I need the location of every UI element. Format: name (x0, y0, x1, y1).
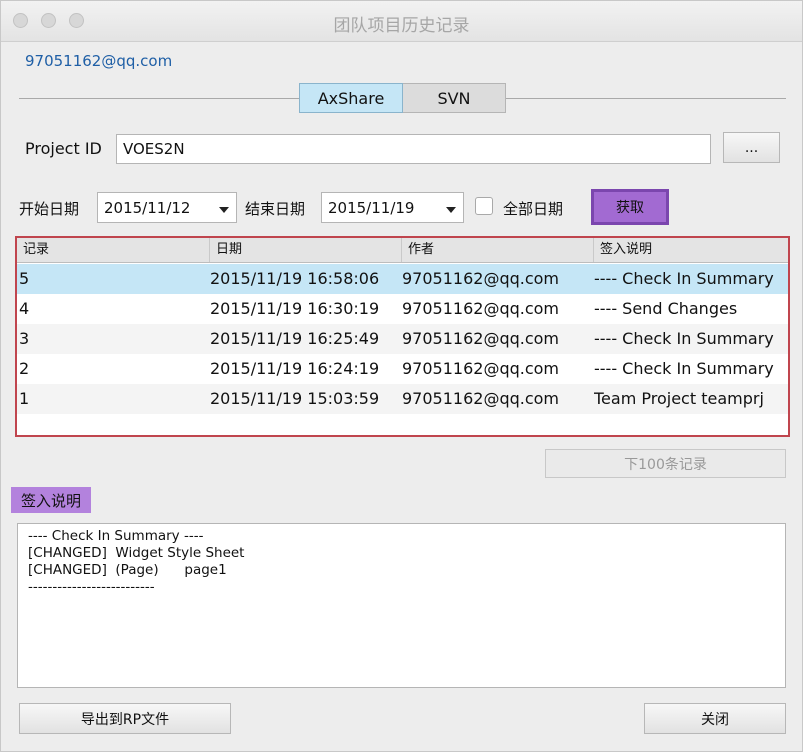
tab-divider-left (19, 98, 299, 99)
start-date-value: 2015/11/12 (104, 198, 191, 217)
fetch-button[interactable]: 获取 (591, 189, 669, 225)
cell-date: 2015/11/19 16:58:06 (210, 269, 380, 288)
table-row[interactable]: 2 2015/11/19 16:24:19 97051162@qq.com --… (17, 354, 788, 384)
note-line: [CHANGED] Widget Style Sheet (28, 545, 245, 561)
project-id-label: Project ID (25, 139, 102, 158)
cell-date: 2015/11/19 15:03:59 (210, 389, 380, 408)
table-row[interactable]: 4 2015/11/19 16:30:19 97051162@qq.com --… (17, 294, 788, 324)
tab-axshare[interactable]: AxShare (299, 83, 403, 113)
end-date-label: 结束日期 (245, 200, 306, 218)
cell-record: 3 (19, 329, 30, 348)
cell-record: 2 (19, 359, 30, 378)
all-dates-label: 全部日期 (503, 200, 564, 218)
cell-author: 97051162@qq.com (402, 329, 560, 348)
cell-note: ---- Check In Summary (594, 269, 774, 288)
all-dates-checkbox[interactable] (475, 197, 493, 215)
end-date-value: 2015/11/19 (328, 198, 415, 217)
cell-note: ---- Send Changes (594, 299, 738, 318)
start-date-label: 开始日期 (19, 200, 80, 218)
cell-record: 1 (19, 389, 30, 408)
table-row[interactable]: 3 2015/11/19 16:25:49 97051162@qq.com --… (17, 324, 788, 354)
window-title: 团队项目历史记录 (333, 16, 470, 36)
tab-divider-right (506, 98, 786, 99)
checkin-notes-textarea[interactable]: ---- Check In Summary ---- [CHANGED] Wid… (17, 523, 786, 688)
cell-date: 2015/11/19 16:24:19 (210, 359, 380, 378)
cell-note: ---- Check In Summary (594, 329, 774, 348)
table-row[interactable]: 1 2015/11/19 15:03:59 97051162@qq.com Te… (17, 384, 788, 414)
chevron-down-icon (446, 207, 456, 213)
note-line: [CHANGED] (Page) page1 (28, 562, 227, 578)
export-rp-button[interactable]: 导出到RP文件 (19, 703, 231, 734)
cell-author: 97051162@qq.com (402, 389, 560, 408)
cell-note: ---- Check In Summary (594, 359, 774, 378)
close-button[interactable]: 关闭 (644, 703, 786, 734)
cell-date: 2015/11/19 16:30:19 (210, 299, 380, 318)
tab-svn[interactable]: SVN (403, 83, 506, 113)
column-header-record[interactable]: 记录 (17, 238, 209, 262)
cell-author: 97051162@qq.com (402, 359, 560, 378)
checkin-notes-label: 签入说明 (11, 487, 91, 513)
browse-button[interactable]: ... (723, 132, 780, 163)
end-date-select[interactable]: 2015/11/19 (321, 192, 464, 223)
table-row[interactable]: 5 2015/11/19 16:58:06 97051162@qq.com --… (17, 264, 788, 294)
cell-record: 5 (19, 269, 30, 288)
project-id-input[interactable]: VOES2N (116, 134, 711, 164)
note-line: -------------------------- (28, 579, 155, 595)
table-header: 记录 日期 作者 签入说明 (17, 238, 788, 263)
column-header-note[interactable]: 签入说明 (593, 238, 788, 262)
account-email: 97051162@qq.com (25, 52, 173, 70)
note-line: ---- Check In Summary ---- (28, 528, 204, 544)
cell-author: 97051162@qq.com (402, 299, 560, 318)
cell-author: 97051162@qq.com (402, 269, 560, 288)
start-date-select[interactable]: 2015/11/12 (97, 192, 237, 223)
column-header-date[interactable]: 日期 (209, 238, 401, 262)
column-header-author[interactable]: 作者 (401, 238, 593, 262)
history-table: 记录 日期 作者 签入说明 5 2015/11/19 16:58:06 9705… (15, 236, 790, 437)
title-bar: 团队项目历史记录 (1, 1, 802, 42)
cell-date: 2015/11/19 16:25:49 (210, 329, 380, 348)
chevron-down-icon (219, 207, 229, 213)
next-100-records-button[interactable]: 下100条记录 (545, 449, 786, 478)
history-window: 团队项目历史记录 97051162@qq.com AxShare SVN Pro… (0, 0, 803, 752)
cell-record: 4 (19, 299, 30, 318)
cell-note: Team Project teamprj (594, 389, 764, 408)
